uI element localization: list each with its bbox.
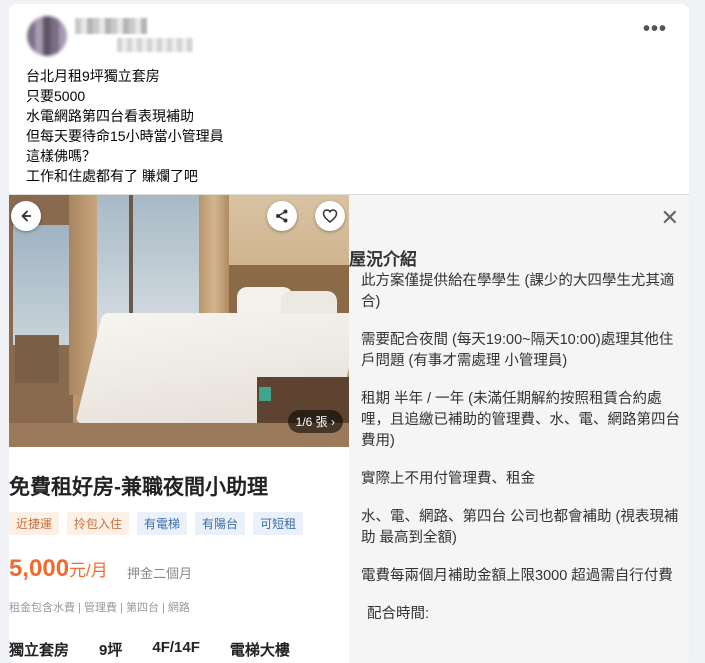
- back-button[interactable]: [11, 201, 41, 231]
- post-meta-redacted: [117, 38, 193, 52]
- more-options-button[interactable]: •••: [643, 18, 667, 41]
- description-paragraph: 實際上不用付管理費、租金: [361, 471, 535, 487]
- deposit: 押金二個月: [127, 566, 193, 581]
- post-line: 只要5000: [26, 88, 86, 104]
- description-paragraph: 水、電、網路、第四台 公司也都會補助 (視表現補助 最高到全額): [361, 509, 679, 546]
- room-photo[interactable]: 1/6 張 ›: [9, 195, 349, 447]
- description-paragraph: 此方案僅提供給在學學生 (課少的大四學生尤其適合): [361, 273, 675, 310]
- tag: 可短租: [253, 512, 304, 535]
- spec-type: 獨立套房: [9, 642, 70, 659]
- price: 5,000元/月: [9, 555, 108, 583]
- arrow-left-icon: [21, 210, 31, 222]
- detail-panel: ✕ 屋況介紹 此方案僅提供給在學學生 (課少的大四學生尤其適合) 需要配合夜間 …: [349, 195, 689, 663]
- post-line: 這樣佛嗎？: [26, 148, 96, 164]
- feature-tags: 近捷運 拎包入住 有電梯 有陽台 可短租: [9, 512, 311, 535]
- avatar[interactable]: [27, 16, 67, 56]
- spec-building: 電梯大樓: [229, 642, 290, 659]
- price-value: 5,000: [9, 555, 70, 582]
- heart-icon: [322, 209, 338, 223]
- favorite-button[interactable]: [315, 201, 345, 231]
- post-card: ••• 台北月租9坪獨立套房 只要5000 水電網路第四台看表現補助 但每天要待…: [9, 4, 689, 663]
- post-line: 水電網路第四台看表現補助: [26, 108, 194, 124]
- tag: 有陽台: [195, 512, 246, 535]
- post-line: 台北月租9坪獨立套房: [26, 68, 160, 84]
- post-line: 工作和住處都有了 賺爛了吧: [26, 168, 198, 184]
- share-button[interactable]: [267, 201, 297, 231]
- post-line: 但每天要待命15小時當小管理員: [26, 128, 224, 144]
- listing-panel: 1/6 張 › 免費租好房-兼職夜間小助理 近捷運 拎包入住 有電梯 有陽台 可…: [9, 195, 349, 663]
- rent-includes: 租金包含水費 | 管理費 | 第四台 | 網路: [9, 602, 190, 614]
- description-paragraph: 需要配合夜間 (每天19:00~隔天10:00)處理其他住戶問題 (有事才需處理…: [361, 332, 674, 369]
- author-name-redacted[interactable]: [75, 18, 147, 34]
- listing-title: 免費租好房-兼職夜間小助理: [9, 476, 268, 499]
- listing-specs: 獨立套房 9坪 4F/14F 電梯大樓: [9, 639, 320, 660]
- description-paragraph: 電費每兩個月補助金額上限3000 超過需自行付費: [361, 568, 673, 584]
- price-unit: 元/月: [69, 561, 108, 580]
- post-text: 台北月租9坪獨立套房 只要5000 水電網路第四台看表現補助 但每天要待命15小…: [26, 66, 224, 186]
- section-title: 屋況介紹: [349, 250, 417, 269]
- spec-size: 9坪: [99, 642, 123, 659]
- schedule-label: 配合時間:: [367, 606, 430, 622]
- photo-counter[interactable]: 1/6 張 ›: [287, 410, 343, 433]
- tag: 有電梯: [137, 512, 188, 535]
- spec-floor: 4F/14F: [152, 639, 200, 656]
- shared-screenshot: 1/6 張 › 免費租好房-兼職夜間小助理 近捷運 拎包入住 有電梯 有陽台 可…: [9, 194, 689, 663]
- close-icon[interactable]: ✕: [661, 205, 679, 231]
- tag: 拎包入住: [67, 512, 130, 535]
- share-icon: [276, 209, 288, 223]
- description: 此方案僅提供給在學學生 (課少的大四學生尤其適合) 需要配合夜間 (每天19:0…: [361, 271, 681, 642]
- tag: 近捷運: [9, 512, 60, 535]
- description-paragraph: 租期 半年 / 一年 (未滿任期解約按照租賃合約處哩，且追繳已補助的管理費、水、…: [361, 391, 680, 449]
